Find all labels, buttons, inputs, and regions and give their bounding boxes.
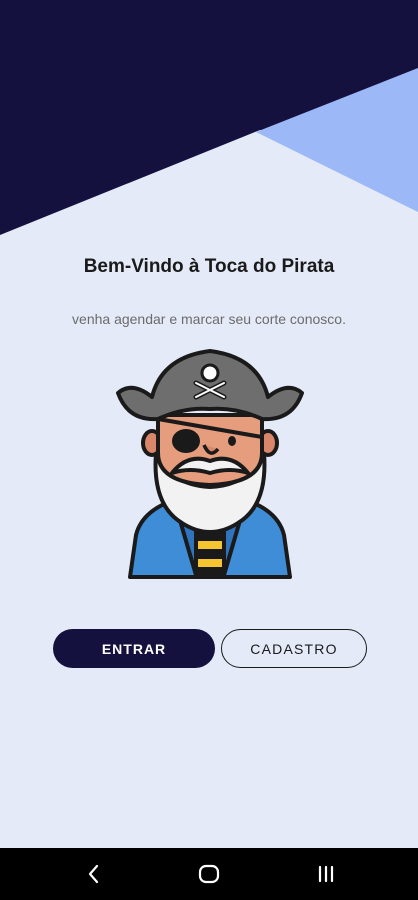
- login-button[interactable]: ENTRAR: [53, 629, 215, 668]
- recents-icon: [318, 865, 334, 883]
- back-icon: [88, 864, 99, 884]
- recents-button[interactable]: [312, 860, 340, 888]
- register-button[interactable]: CADASTRO: [221, 629, 367, 668]
- back-button[interactable]: [80, 860, 108, 888]
- welcome-subtitle: venha agendar e marcar seu corte conosco…: [72, 311, 346, 327]
- welcome-title: Bem-Vindo à Toca do Pirata: [83, 256, 335, 277]
- home-button[interactable]: [195, 860, 223, 888]
- pirate-mascot-image: [116, 349, 304, 579]
- system-navigation-bar: [0, 848, 418, 900]
- home-icon: [198, 864, 220, 884]
- header-background: [0, 0, 418, 235]
